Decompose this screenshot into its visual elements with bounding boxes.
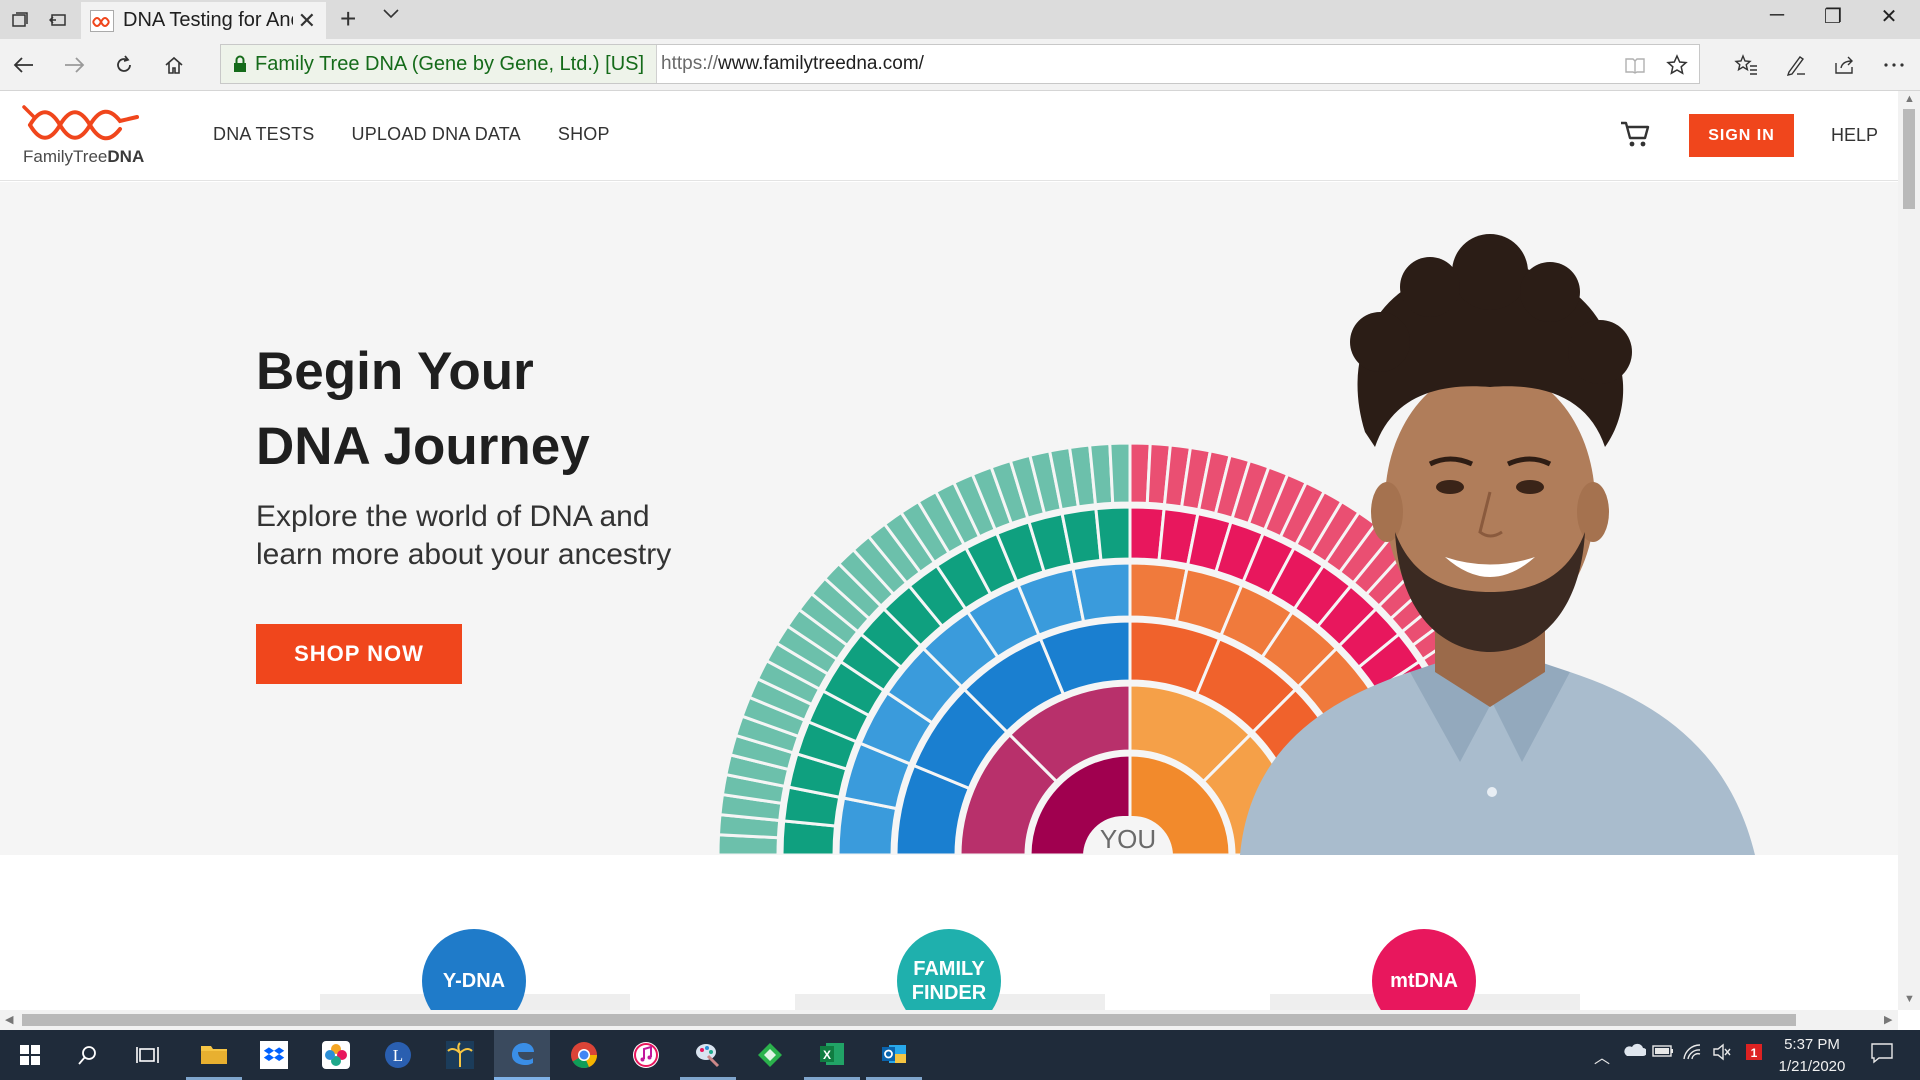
tab-title: DNA Testing for Anc (123, 9, 293, 31)
start-icon[interactable] (2, 1030, 58, 1080)
photos-icon[interactable] (308, 1030, 364, 1080)
volume-muted-icon[interactable] (1712, 1043, 1732, 1066)
outlook-icon[interactable] (866, 1030, 922, 1080)
new-tab-icon[interactable]: + (340, 3, 356, 35)
vertical-scrollbar[interactable]: ▲ ▼ (1898, 91, 1920, 1010)
certificate-label: Family Tree DNA (Gene by Gene, Ltd.) [US… (255, 52, 645, 75)
hero-banner: Begin Your DNA Journey Explore the world… (0, 182, 1898, 855)
windows-taskbar: L X ︿ 1 5:37 PM 1/21/2020 (0, 1030, 1920, 1080)
close-tab-icon[interactable]: ✕ (298, 8, 316, 34)
palm-app-icon[interactable] (432, 1030, 488, 1080)
nav-shop[interactable]: SHOP (558, 124, 610, 145)
wifi-icon[interactable] (1682, 1043, 1702, 1066)
close-window-icon[interactable]: ✕ (1866, 4, 1912, 29)
onedrive-icon[interactable] (1622, 1042, 1647, 1063)
familytreedna-logo[interactable]: FamilyTreeDNA (22, 103, 162, 173)
horizontal-scrollbar[interactable]: ◀ ▶ (0, 1010, 1898, 1030)
smiling-man-photo (1240, 234, 1755, 855)
pen-icon[interactable] (1780, 49, 1812, 81)
site-certificate[interactable]: Family Tree DNA (Gene by Gene, Ltd.) [US… (221, 45, 658, 83)
shop-now-button[interactable]: SHOP NOW (256, 624, 462, 684)
task-view-icon[interactable] (120, 1030, 176, 1080)
ydna-badge[interactable]: Y-DNA (422, 929, 526, 1010)
security-alert-icon[interactable]: 1 (1744, 1042, 1764, 1067)
scroll-right-icon[interactable]: ▶ (1884, 1013, 1892, 1026)
site-header: FamilyTreeDNA DNA TESTS UPLOAD DNA DATA … (0, 91, 1898, 181)
browser-toolbar: Family Tree DNA (Gene by Gene, Ltd.) [US… (0, 39, 1920, 91)
feedly-icon[interactable] (742, 1030, 798, 1080)
fan-segment (1094, 505, 1132, 563)
home-icon[interactable] (158, 49, 190, 81)
url-text[interactable]: https://www.familytreedna.com/ (661, 53, 924, 75)
scroll-left-icon[interactable]: ◀ (5, 1013, 13, 1026)
svg-text:1: 1 (1751, 1046, 1758, 1060)
hero-subtitle: Explore the world of DNA and learn more … (256, 500, 672, 571)
svg-text:X: X (823, 1048, 831, 1062)
minimize-icon[interactable]: ─ (1754, 4, 1800, 27)
excel-icon[interactable]: X (804, 1030, 860, 1080)
tab-actions-icon[interactable] (6, 6, 34, 34)
tab-familytreedna[interactable]: DNA Testing for Anc ✕ (81, 0, 326, 39)
chevron-down-icon[interactable] (382, 6, 400, 25)
scroll-up-icon[interactable]: ▲ (1904, 93, 1915, 105)
site-favicon (90, 10, 114, 32)
browser-tab-strip: DNA Testing for Anc ✕ + ─ ❐ ✕ (0, 0, 1920, 39)
nav-upload-dna-data[interactable]: UPLOAD DNA DATA (352, 124, 521, 145)
fan-segment (1108, 441, 1132, 505)
fan-segment (1071, 561, 1132, 624)
sign-in-button[interactable]: SIGN IN (1689, 114, 1794, 157)
restore-icon[interactable]: ❐ (1810, 4, 1856, 29)
taskbar-clock[interactable]: 5:37 PM 1/21/2020 (1776, 1034, 1848, 1078)
search-icon[interactable] (60, 1030, 116, 1080)
favorite-star-icon[interactable] (1663, 51, 1691, 79)
scroll-down-icon[interactable]: ▼ (1904, 993, 1915, 1005)
itunes-icon[interactable] (618, 1030, 674, 1080)
clock-time: 5:37 PM (1784, 1036, 1840, 1053)
address-bar[interactable]: Family Tree DNA (Gene by Gene, Ltd.) [US… (220, 44, 1700, 84)
set-aside-tabs-icon[interactable] (44, 6, 72, 34)
file-explorer-icon[interactable] (186, 1030, 242, 1080)
family-finder-badge[interactable]: FAMILY FINDER (897, 929, 1001, 1010)
forward-icon[interactable] (58, 49, 90, 81)
show-hidden-icons-icon[interactable]: ︿ (1594, 1044, 1610, 1068)
main-nav: DNA TESTS UPLOAD DNA DATA SHOP (213, 124, 610, 145)
product-section: Y-DNA FAMILY FINDER mtDNA (0, 855, 1898, 1010)
favorites-icon[interactable] (1730, 49, 1762, 81)
cart-icon[interactable] (1618, 117, 1652, 151)
notifications-icon[interactable] (1870, 1042, 1894, 1069)
refresh-icon[interactable] (108, 49, 140, 81)
clock-date: 1/21/2020 (1778, 1058, 1846, 1075)
vertical-scroll-thumb[interactable] (1903, 109, 1915, 209)
hero-title: Begin Your DNA Journey (256, 342, 590, 476)
horizontal-scroll-thumb[interactable] (22, 1014, 1796, 1026)
paint-icon[interactable] (680, 1030, 736, 1080)
reading-view-icon[interactable] (1621, 51, 1649, 79)
help-link[interactable]: HELP (1831, 125, 1878, 146)
edge-icon[interactable] (494, 1030, 550, 1080)
mtdna-badge[interactable]: mtDNA (1372, 929, 1476, 1010)
share-icon[interactable] (1828, 49, 1860, 81)
dropbox-icon[interactable] (246, 1030, 302, 1080)
lock-icon (234, 55, 246, 72)
back-icon[interactable] (8, 49, 40, 81)
chrome-icon[interactable] (556, 1030, 612, 1080)
svg-text:L: L (393, 1046, 403, 1065)
nav-dna-tests[interactable]: DNA TESTS (213, 124, 315, 145)
l-app-icon[interactable]: L (370, 1030, 426, 1080)
more-options-icon[interactable] (1878, 49, 1910, 81)
logo-text: FamilyTreeDNA (23, 147, 145, 166)
dna-helix-logo-icon (22, 105, 139, 141)
battery-icon[interactable] (1652, 1044, 1674, 1063)
